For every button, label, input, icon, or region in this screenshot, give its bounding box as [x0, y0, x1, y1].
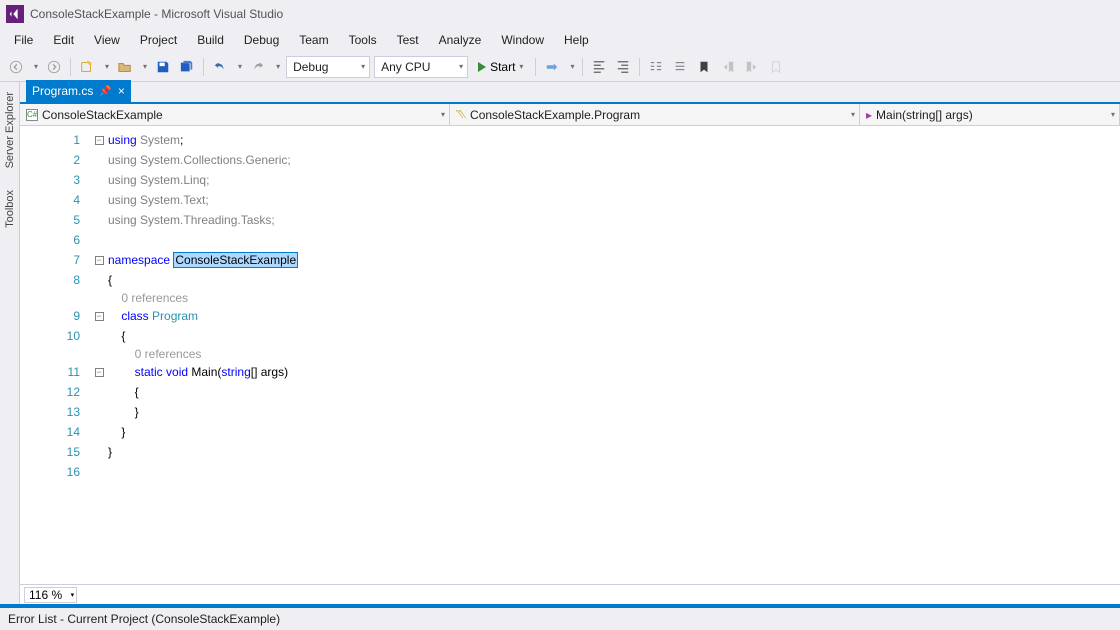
- zoom-combo[interactable]: 116 %▾: [24, 587, 77, 603]
- uncomment-icon[interactable]: [670, 57, 690, 77]
- bookmark-icon[interactable]: [694, 57, 714, 77]
- undo-icon[interactable]: [210, 57, 230, 77]
- toolbar: ▾ ▾ ▾ ▾ ▾ Debug▾ Any CPU▾ Start▾ ▾: [0, 52, 1120, 82]
- new-drop[interactable]: ▾: [101, 62, 111, 71]
- menu-file[interactable]: File: [4, 30, 43, 50]
- menu-window[interactable]: Window: [491, 30, 554, 50]
- status-text: Error List - Current Project (ConsoleSta…: [8, 612, 280, 626]
- fold-box[interactable]: −: [95, 312, 104, 321]
- start-button[interactable]: Start▾: [472, 56, 529, 78]
- fold-box[interactable]: −: [95, 136, 104, 145]
- sep: [203, 58, 204, 76]
- status-bar: Error List - Current Project (ConsoleSta…: [0, 608, 1120, 630]
- pin-icon[interactable]: 📌: [99, 86, 111, 97]
- title-bar: ConsoleStackExample - Microsoft Visual S…: [0, 0, 1120, 28]
- nav-project[interactable]: C#ConsoleStackExample▾: [20, 104, 450, 125]
- sep: [535, 58, 536, 76]
- sep: [582, 58, 583, 76]
- open-drop[interactable]: ▾: [139, 62, 149, 71]
- window-title: ConsoleStackExample - Microsoft Visual S…: [30, 7, 283, 21]
- toolbox-tab[interactable]: Toolbox: [3, 184, 17, 234]
- nav-back-drop[interactable]: ▾: [30, 62, 40, 71]
- menu-tools[interactable]: Tools: [339, 30, 387, 50]
- clear-bookmark-icon[interactable]: [766, 57, 786, 77]
- indent-right-icon[interactable]: [613, 57, 633, 77]
- nav-bar: C#ConsoleStackExample▾ ⳹ConsoleStackExam…: [20, 104, 1120, 126]
- zoom-bar: 116 %▾: [20, 584, 1120, 604]
- vs-logo-icon: [6, 5, 24, 23]
- doc-tab-label: Program.cs: [32, 84, 93, 98]
- code-editor[interactable]: 12345678 910 111213141516 − − − − using …: [20, 126, 1120, 584]
- prev-bookmark-icon[interactable]: [718, 57, 738, 77]
- menu-analyze[interactable]: Analyze: [429, 30, 492, 50]
- menu-help[interactable]: Help: [554, 30, 599, 50]
- redo-drop[interactable]: ▾: [272, 62, 282, 71]
- save-all-icon[interactable]: [177, 57, 197, 77]
- menu-project[interactable]: Project: [130, 30, 187, 50]
- nav-back-icon[interactable]: [6, 57, 26, 77]
- redo-icon[interactable]: [248, 57, 268, 77]
- new-project-icon[interactable]: [77, 57, 97, 77]
- next-bookmark-icon[interactable]: [742, 57, 762, 77]
- class-icon: ⳹: [456, 107, 466, 122]
- close-icon[interactable]: ×: [118, 84, 125, 98]
- line-gutter: 12345678 910 111213141516: [20, 126, 90, 584]
- step-drop[interactable]: ▾: [566, 62, 576, 71]
- doc-tab-program[interactable]: Program.cs 📌 ×: [26, 80, 131, 102]
- config-combo[interactable]: Debug▾: [286, 56, 370, 78]
- menu-team[interactable]: Team: [289, 30, 338, 50]
- undo-drop[interactable]: ▾: [234, 62, 244, 71]
- menu-edit[interactable]: Edit: [43, 30, 84, 50]
- menu-view[interactable]: View: [84, 30, 130, 50]
- open-icon[interactable]: [115, 57, 135, 77]
- menu-bar: File Edit View Project Build Debug Team …: [0, 28, 1120, 52]
- play-icon: [478, 62, 486, 72]
- fold-gutter: − − − −: [90, 126, 108, 584]
- platform-combo[interactable]: Any CPU▾: [374, 56, 468, 78]
- code-body[interactable]: using System; using System.Collections.G…: [108, 126, 1120, 584]
- server-explorer-tab[interactable]: Server Explorer: [3, 86, 17, 174]
- save-icon[interactable]: [153, 57, 173, 77]
- method-icon: ▸: [866, 108, 872, 122]
- menu-test[interactable]: Test: [387, 30, 429, 50]
- fold-box[interactable]: −: [95, 368, 104, 377]
- menu-build[interactable]: Build: [187, 30, 234, 50]
- step-icon[interactable]: [542, 57, 562, 77]
- nav-fwd-icon[interactable]: [44, 57, 64, 77]
- comment-icon[interactable]: [646, 57, 666, 77]
- indent-left-icon[interactable]: [589, 57, 609, 77]
- sep: [639, 58, 640, 76]
- doc-tabs: Program.cs 📌 ×: [20, 82, 1120, 104]
- nav-method[interactable]: ▸Main(string[] args)▾: [860, 104, 1120, 125]
- menu-debug[interactable]: Debug: [234, 30, 289, 50]
- csharp-project-icon: C#: [26, 109, 38, 121]
- fold-box[interactable]: −: [95, 256, 104, 265]
- sep: [70, 58, 71, 76]
- nav-class[interactable]: ⳹ConsoleStackExample.Program▾: [450, 104, 860, 125]
- left-sidebar: Server Explorer Toolbox: [0, 82, 20, 604]
